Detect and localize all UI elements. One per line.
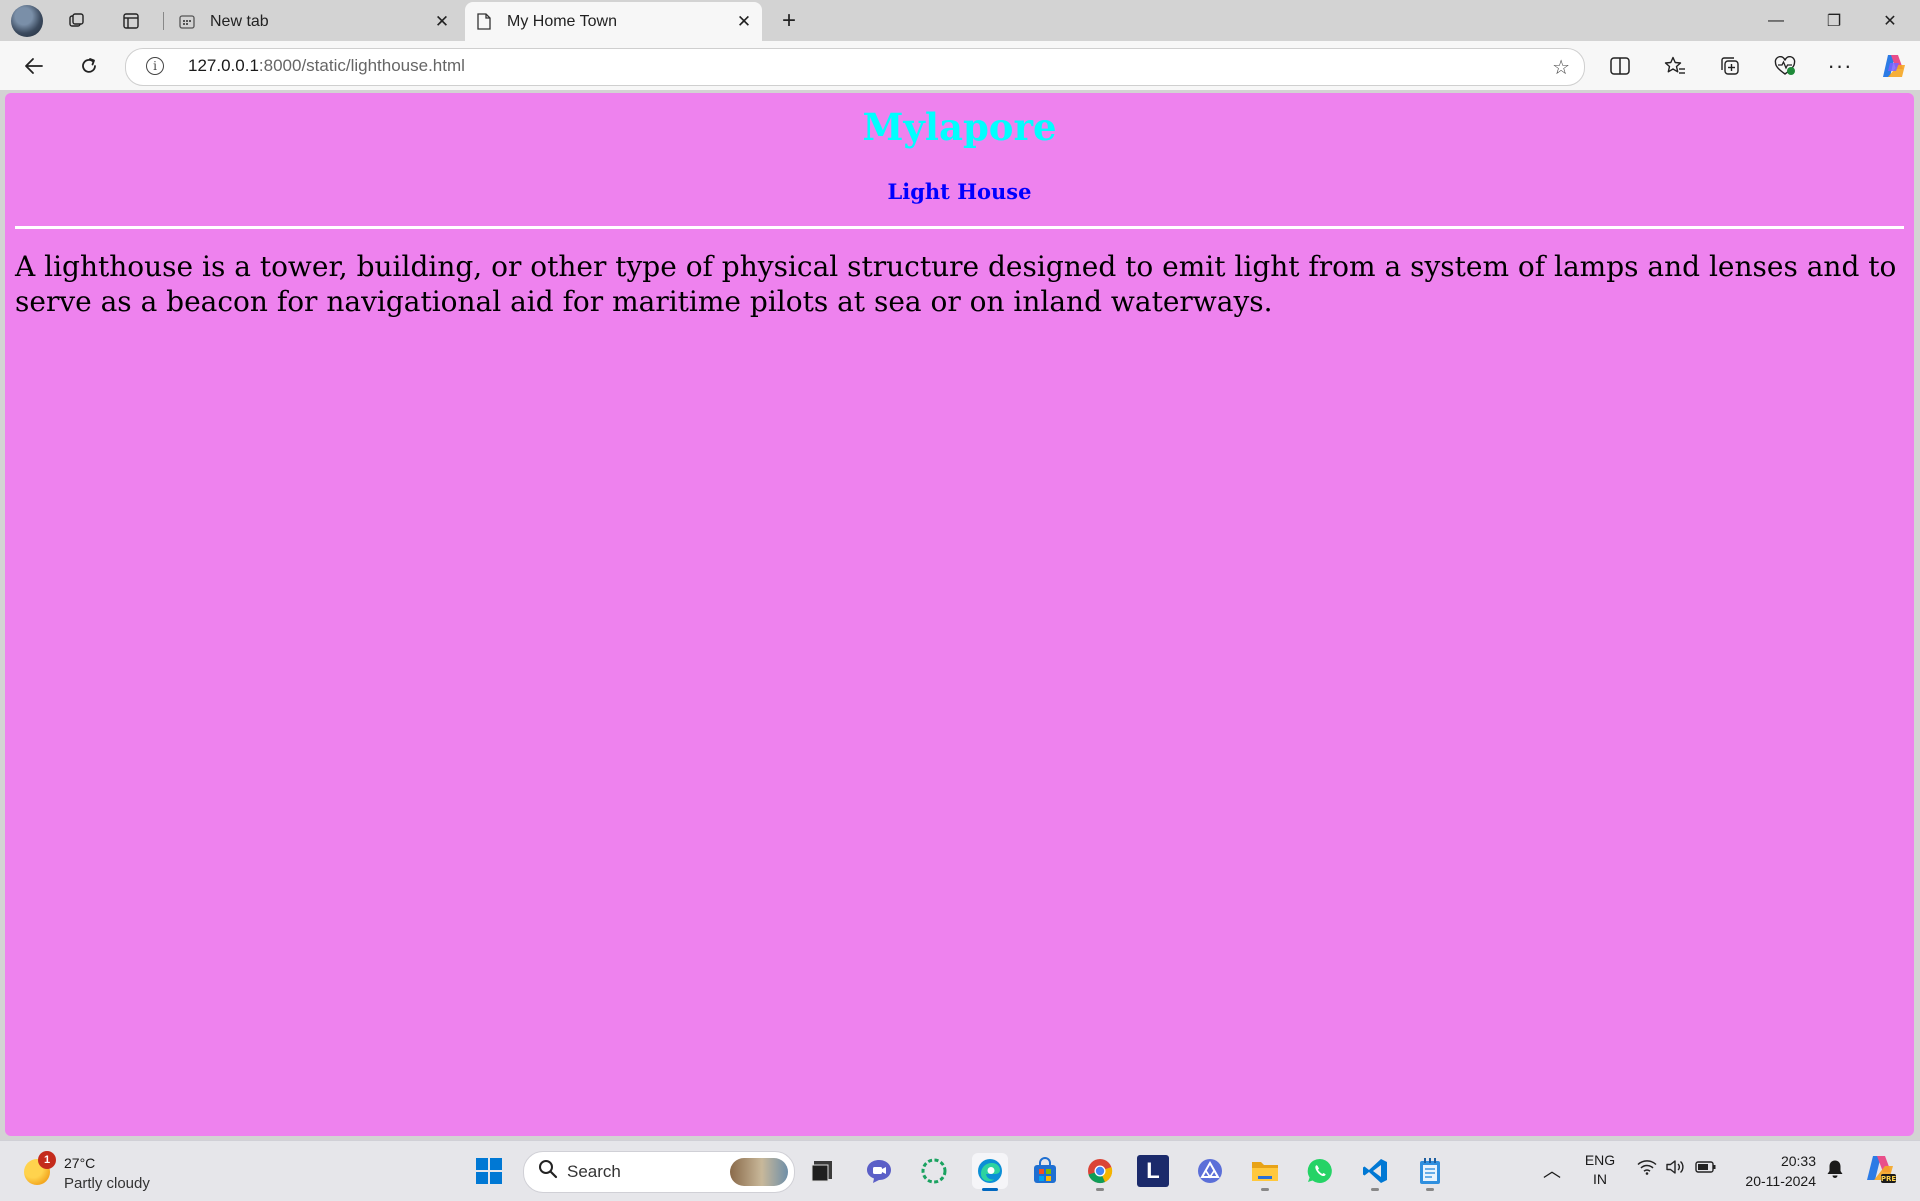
- workspaces-icon[interactable]: [63, 8, 91, 34]
- address-url[interactable]: 127.0.0.1:8000/static/lighthouse.html: [188, 56, 465, 76]
- clock[interactable]: 20:33 20-11-2024: [1734, 1151, 1816, 1191]
- teams-meet-icon[interactable]: [861, 1153, 897, 1189]
- copilot-pre-icon[interactable]: PRE: [1864, 1153, 1896, 1188]
- file-explorer-icon[interactable]: [1247, 1153, 1283, 1191]
- more-icon[interactable]: ···: [1825, 51, 1855, 81]
- back-icon[interactable]: [18, 51, 50, 81]
- volume-icon[interactable]: [1665, 1159, 1685, 1178]
- tab-strip: New tab ✕ My Home Town ✕ + — ❐ ✕: [0, 0, 1920, 41]
- running-app-indicator: [1261, 1188, 1269, 1191]
- running-app-indicator: [1371, 1188, 1379, 1191]
- file-manager-icon[interactable]: [805, 1153, 841, 1189]
- url-path: :8000/static/lighthouse.html: [258, 56, 465, 75]
- page-viewport: Mylapore Light House A lighthouse is a t…: [5, 93, 1914, 1136]
- split-screen-icon[interactable]: [1605, 51, 1635, 81]
- microsoft-store-icon[interactable]: [1027, 1153, 1063, 1189]
- vertical-tabs-icon[interactable]: [117, 8, 145, 34]
- page-subheading: Light House: [887, 179, 1032, 204]
- clock-date: 20-11-2024: [1745, 1173, 1816, 1189]
- search-highlight-image: [730, 1158, 788, 1186]
- running-app-indicator: [1426, 1188, 1434, 1191]
- search-label: Search: [567, 1162, 621, 1181]
- page-heading: Mylapore: [862, 105, 1057, 149]
- weather-condition: Partly cloudy: [64, 1175, 150, 1192]
- address-bar[interactable]: i 127.0.0.1:8000/static/lighthouse.html …: [125, 48, 1585, 86]
- battery-icon[interactable]: [1695, 1160, 1717, 1177]
- taskbar: 1 27°C Partly cloudy Search L ︿ ENG IN 2…: [0, 1140, 1920, 1201]
- vscode-icon[interactable]: [1357, 1153, 1393, 1191]
- restore-button[interactable]: ❐: [1810, 6, 1858, 36]
- copilot-loader-icon[interactable]: [916, 1153, 952, 1189]
- notification-badge: 1: [38, 1151, 56, 1169]
- page-paragraph: A lighthouse is a tower, building, or ot…: [15, 250, 1897, 318]
- browser-toolbar: i 127.0.0.1:8000/static/lighthouse.html …: [0, 41, 1920, 90]
- notepad-icon[interactable]: [1412, 1153, 1448, 1191]
- close-tab-icon[interactable]: ✕: [734, 12, 754, 32]
- minimize-button[interactable]: —: [1752, 6, 1800, 36]
- tab-separator: [163, 12, 164, 30]
- refresh-icon[interactable]: [73, 51, 105, 81]
- active-app-indicator: [982, 1188, 998, 1191]
- weather-temperature: 27°C: [64, 1155, 96, 1171]
- tab-new-tab[interactable]: New tab ✕: [168, 2, 460, 41]
- new-tab-page-icon: [178, 13, 196, 31]
- affinity-icon[interactable]: [1192, 1153, 1228, 1189]
- page-document-icon: [475, 13, 493, 31]
- profile-avatar[interactable]: [11, 5, 43, 37]
- whatsapp-icon[interactable]: [1302, 1153, 1338, 1189]
- tab-title: New tab: [210, 12, 269, 30]
- browser-essentials-icon[interactable]: [1770, 51, 1800, 81]
- new-tab-button[interactable]: +: [775, 7, 803, 34]
- close-window-button[interactable]: ✕: [1866, 6, 1914, 36]
- chrome-icon[interactable]: [1082, 1153, 1118, 1191]
- language-indicator[interactable]: ENG IN: [1582, 1151, 1618, 1189]
- l-app-icon[interactable]: L: [1137, 1155, 1169, 1187]
- tab-my-home-town[interactable]: My Home Town ✕: [465, 2, 762, 41]
- running-app-indicator: [1096, 1188, 1104, 1191]
- url-host: 127.0.0.1: [188, 56, 259, 75]
- show-hidden-icons-chevron-icon[interactable]: ︿: [1543, 1157, 1561, 1183]
- clock-time: 20:33: [1780, 1153, 1816, 1169]
- windows-start-icon[interactable]: [471, 1153, 507, 1189]
- edge-icon[interactable]: [972, 1153, 1008, 1191]
- copilot-icon[interactable]: [1878, 51, 1908, 81]
- wifi-icon[interactable]: [1637, 1159, 1657, 1178]
- taskbar-search[interactable]: Search: [523, 1151, 795, 1193]
- info-icon[interactable]: i: [146, 57, 164, 75]
- region-code: IN: [1593, 1171, 1607, 1187]
- search-icon: [538, 1159, 558, 1185]
- close-tab-icon[interactable]: ✕: [432, 12, 452, 32]
- favorites-icon[interactable]: [1660, 51, 1690, 81]
- svg-text:PRE: PRE: [1881, 1175, 1896, 1183]
- weather-widget[interactable]: 1 27°C Partly cloudy: [22, 1151, 182, 1193]
- horizontal-rule: [15, 226, 1904, 229]
- notification-bell-icon[interactable]: [1826, 1159, 1844, 1182]
- language-code: ENG: [1584, 1152, 1616, 1168]
- tab-title: My Home Town: [507, 12, 617, 30]
- collections-icon[interactable]: [1715, 51, 1745, 81]
- favorite-star-icon[interactable]: ☆: [1552, 55, 1570, 80]
